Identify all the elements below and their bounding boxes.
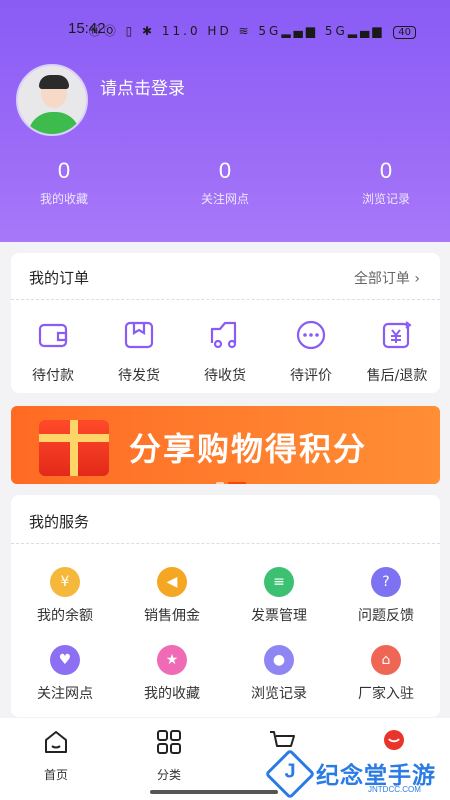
profile-header: 15:42 ⓃⓄ ▯ ✱ 11.0 HD ≋ 5G▂▄▆ 5G▂▄▆ 40 请点…: [0, 0, 450, 242]
avatar[interactable]: [16, 64, 88, 136]
orders-card: 我的订单 全部订单 › 待付款 待发货 待收货 待评价 售后/退款: [11, 253, 440, 393]
truck-icon: [210, 321, 237, 349]
service-history[interactable]: ● 浏览记录: [229, 645, 329, 703]
order-pending-review[interactable]: 待评价: [271, 319, 351, 385]
service-label: 我的收藏: [144, 686, 200, 702]
stat-value: 0: [379, 158, 393, 183]
battery-icon: 40: [393, 26, 416, 39]
order-pending-shipment[interactable]: 待发货: [99, 319, 179, 385]
grid-icon: [157, 730, 181, 754]
service-label: 浏览记录: [251, 686, 307, 702]
order-label: 待发货: [118, 368, 160, 384]
stat-label: 关注网点: [200, 192, 249, 206]
service-favorites[interactable]: ★ 我的收藏: [122, 645, 222, 703]
service-label: 关注网点: [37, 686, 93, 702]
stat-favorites[interactable]: 0 我的收藏: [4, 158, 124, 207]
footprint-icon: ●: [264, 645, 294, 675]
stat-label: 浏览记录: [361, 192, 410, 206]
service-label: 问题反馈: [358, 608, 414, 624]
wallet-icon: [38, 323, 68, 348]
money-bag-icon: ¥: [50, 567, 80, 597]
order-label: 待评价: [290, 368, 332, 384]
home-indicator[interactable]: [150, 790, 278, 794]
order-label: 售后/退款: [366, 368, 428, 384]
service-label: 发票管理: [251, 608, 307, 624]
status-indicator-icons: ⓃⓄ ▯ ✱ 11.0 HD ≋ 5G▂▄▆ 5G▂▄▆: [88, 24, 385, 38]
service-label: 厂家入驻: [358, 686, 414, 702]
tab-label: 首页: [43, 768, 68, 782]
login-link[interactable]: 请点击登录: [100, 74, 185, 99]
banner-text: 分享购物得积分: [129, 430, 368, 468]
tab-home[interactable]: 首页: [16, 728, 96, 783]
carousel-indicator: [216, 470, 250, 484]
divider: [11, 543, 440, 544]
service-feedback[interactable]: ? 问题反馈: [336, 567, 436, 625]
megaphone-icon: ◀: [157, 567, 187, 597]
question-icon: ?: [371, 567, 401, 597]
star-icon: ★: [157, 645, 187, 675]
watermark-logo: 纪念堂手游 JNTDCC.COM: [264, 748, 450, 800]
service-label: 销售佣金: [144, 608, 200, 624]
package-icon: [124, 321, 154, 349]
service-invoice[interactable]: ≡ 发票管理: [229, 567, 329, 625]
service-vendor-join[interactable]: ⌂ 厂家入驻: [336, 645, 436, 703]
comment-icon: [296, 320, 326, 350]
watermark-sub: JNTDCC.COM: [368, 785, 421, 794]
status-bar: 15:42 ⓃⓄ ▯ ✱ 11.0 HD ≋ 5G▂▄▆ 5G▂▄▆ 40: [0, 18, 450, 42]
order-label: 待收货: [204, 368, 246, 384]
refund-icon: [382, 321, 412, 349]
service-commission[interactable]: ◀ 销售佣金: [122, 567, 222, 625]
order-after-sales[interactable]: 售后/退款: [357, 319, 437, 385]
all-orders-link[interactable]: 全部订单 ›: [354, 268, 420, 288]
order-pending-payment[interactable]: 待付款: [13, 319, 93, 385]
stat-history[interactable]: 0 浏览记录: [326, 158, 446, 207]
home-icon: [45, 731, 67, 753]
heart-icon: ♥: [50, 645, 80, 675]
service-label: 我的余额: [37, 608, 93, 624]
stat-label: 我的收藏: [39, 192, 88, 206]
store-icon: ⌂: [371, 645, 401, 675]
gift-icon: [39, 420, 109, 476]
stat-value: 0: [57, 158, 71, 183]
divider: [11, 299, 440, 300]
tab-label: 分类: [156, 768, 181, 782]
stat-value: 0: [218, 158, 232, 183]
service-followed-outlets[interactable]: ♥ 关注网点: [15, 645, 115, 703]
promo-banner[interactable]: 分享购物得积分: [11, 406, 440, 484]
status-icons: ⓃⓄ ▯ ✱ 11.0 HD ≋ 5G▂▄▆ 5G▂▄▆ 40: [89, 22, 416, 39]
order-pending-receipt[interactable]: 待收货: [185, 319, 265, 385]
services-card: 我的服务 ¥ 我的余额 ◀ 销售佣金 ≡ 发票管理 ? 问题反馈 ♥ 关注网点 …: [11, 495, 440, 717]
stat-followed-outlets[interactable]: 0 关注网点: [165, 158, 285, 207]
service-balance[interactable]: ¥ 我的余额: [15, 567, 115, 625]
invoice-icon: ≡: [264, 567, 294, 597]
order-label: 待付款: [32, 368, 74, 384]
orders-title: 我的订单: [29, 269, 90, 287]
tab-category[interactable]: 分类: [129, 728, 209, 783]
services-title: 我的服务: [29, 513, 90, 531]
